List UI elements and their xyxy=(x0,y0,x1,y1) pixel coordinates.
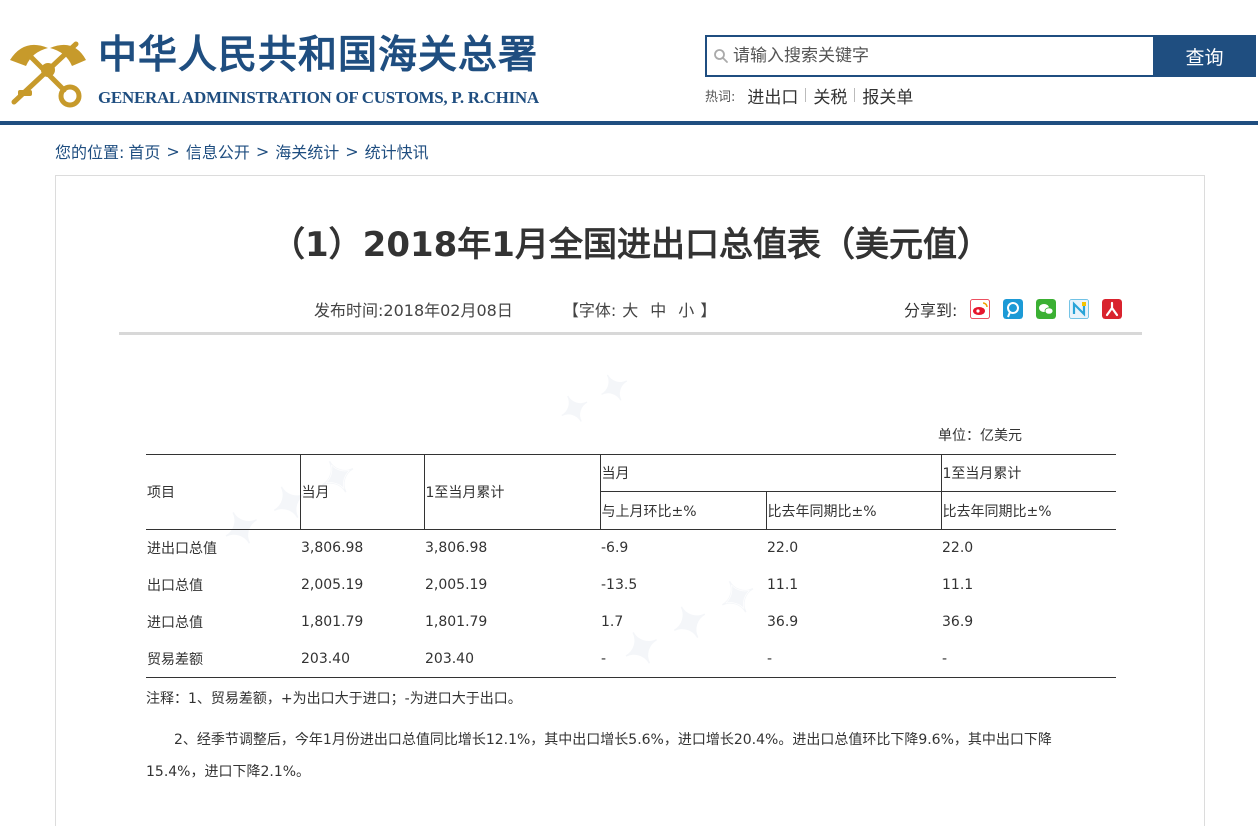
breadcrumb-prefix: 您的位置: xyxy=(55,143,125,162)
font-size-control: 【字体: 大 中 小 】 xyxy=(563,297,716,321)
font-control-close: 】 xyxy=(700,301,717,320)
breadcrumb-separator: > xyxy=(255,141,270,161)
publish-date: 2018年02月08日 xyxy=(383,301,513,320)
cell-mom: -6.9 xyxy=(601,540,629,557)
hotword-divider xyxy=(805,88,807,102)
search-box xyxy=(705,35,1155,77)
header-cumulative: 1至当月累计 xyxy=(423,454,600,530)
cell-cumulative: 1,801.79 xyxy=(425,614,488,630)
article-title: （1）2018年1月全国进出口总值表（美元值） xyxy=(271,225,991,265)
search-icon xyxy=(714,49,728,63)
table-row: 出口总值 2,005.19 2,005.19 -13.5 11.1 11.1 xyxy=(146,567,1116,604)
table-row: 贸易差额 203.40 203.40 - - - xyxy=(146,640,1116,678)
cell-yoy-month: - xyxy=(766,640,941,678)
search-button[interactable]: 查询 xyxy=(1153,35,1256,77)
cell-item: 进出口总值 xyxy=(147,541,217,558)
header-mom: 与上月环比±% xyxy=(599,491,766,530)
cell-yoy-month: 36.9 xyxy=(767,614,799,630)
site-header: 中华人民共和国海关总署 GENERAL ADMINISTRATION OF CU… xyxy=(0,0,1258,122)
cell-item: 出口总值 xyxy=(147,578,203,594)
unit-label: 单位：亿美元 xyxy=(938,428,1022,444)
customs-emblem-icon[interactable] xyxy=(4,30,92,110)
header-current-month-group: 当月 xyxy=(599,454,941,492)
meta-divider xyxy=(119,332,1142,335)
cell-cumulative: 203.40 xyxy=(424,640,600,678)
cell-yoy-cumulative: - xyxy=(941,640,1116,678)
cell-yoy-month: 22.0 xyxy=(767,540,799,557)
hotword-link[interactable]: 关税 xyxy=(813,83,847,108)
article-meta: 发布时间: 2018年02月08日 【字体: 大 中 小 】 xyxy=(314,296,716,322)
breadcrumb-customs-stats[interactable]: 海关统计 xyxy=(275,139,339,163)
cell-yoy-cumulative: 22.0 xyxy=(942,540,974,557)
cell-yoy-cumulative: 11.1 xyxy=(942,577,974,593)
header-yoy-cumulative: 比去年同期比±% xyxy=(940,491,1116,530)
hotword-divider xyxy=(854,88,856,102)
breadcrumb: 您的位置: 首页 > 信息公开 > 海关统计 > 统计快讯 xyxy=(55,139,429,163)
header-current-month: 当月 xyxy=(299,454,424,530)
font-size-small-button[interactable]: 小 xyxy=(678,297,694,321)
people-icon[interactable] xyxy=(1102,299,1123,319)
hotwords-label: 热词: xyxy=(705,89,736,105)
cell-month: 203.40 xyxy=(300,640,424,678)
table-note-2: 2、经季节调整后，今年1月份进出口总值同比增长12.1%，其中出口增长5.6%，… xyxy=(146,732,1052,780)
weibo-icon[interactable] xyxy=(970,299,991,319)
cell-yoy-cumulative: 36.9 xyxy=(942,614,974,630)
breadcrumb-home[interactable]: 首页 xyxy=(128,139,160,163)
renren-icon[interactable] xyxy=(1069,299,1090,319)
trade-stats-table: 项目 当月 1至当月累计 当月 1至当月累计 与上月环比±% 比去年同期比±% … xyxy=(146,454,1116,678)
cell-month: 1,801.79 xyxy=(301,614,364,630)
table-row: 进口总值 1,801.79 1,801.79 1.7 36.9 36.9 xyxy=(146,604,1116,641)
wechat-icon[interactable] xyxy=(1036,299,1057,319)
tencent-weibo-icon[interactable] xyxy=(1003,299,1024,319)
header-divider xyxy=(0,121,1258,125)
cell-mom: -13.5 xyxy=(601,577,638,593)
header-cumulative-group: 1至当月累计 xyxy=(940,454,1116,492)
cell-item: 贸易差额 xyxy=(146,640,300,678)
font-control-open: 【字体: xyxy=(562,301,617,320)
hotwords-bar: 热词: 进出口 关税 报关单 xyxy=(705,83,913,108)
breadcrumb-separator: > xyxy=(166,141,180,161)
publish-label: 发布时间: xyxy=(314,301,384,320)
cell-cumulative: 3,806.98 xyxy=(425,540,488,557)
share-bar: 分享到: xyxy=(904,296,1123,322)
font-size-medium-button[interactable]: 中 xyxy=(650,297,666,321)
breadcrumb-info-public[interactable]: 信息公开 xyxy=(186,139,250,163)
font-size-large-button[interactable]: 大 xyxy=(622,297,638,321)
header-yoy-month: 比去年同期比±% xyxy=(765,491,941,530)
cell-month: 2,005.19 xyxy=(301,577,364,593)
cell-yoy-month: 11.1 xyxy=(767,577,799,593)
hotword-link[interactable]: 进出口 xyxy=(747,83,798,108)
site-name-cn[interactable]: 中华人民共和国海关总署 xyxy=(98,30,538,80)
header-item: 项目 xyxy=(146,454,300,530)
cell-item: 进口总值 xyxy=(147,615,203,631)
site-name-en[interactable]: GENERAL ADMINISTRATION OF CUSTOMS, P. R.… xyxy=(98,88,539,108)
cell-mom: 1.7 xyxy=(601,614,624,630)
article-panel: ✦ ✦ ✦ ✦ ✦ ✦ ✦ ✦ （1）2018年1月全国进出口总值表（美元值） … xyxy=(55,175,1205,826)
breadcrumb-separator: > xyxy=(345,141,359,161)
breadcrumb-stats-news[interactable]: 统计快讯 xyxy=(365,139,429,163)
table-row: 进出口总值 3,806.98 3,806.98 -6.9 22.0 22.0 xyxy=(146,530,1116,567)
cell-month: 3,806.98 xyxy=(301,540,364,557)
share-label: 分享到: xyxy=(904,301,958,320)
cell-cumulative: 2,005.19 xyxy=(425,577,488,593)
watermark-image: ✦ ✦ xyxy=(549,360,639,437)
hotword-link[interactable]: 报关单 xyxy=(862,83,913,108)
table-note-1: 注释：1、贸易差额，+为出口大于进口；-为进口大于出口。 xyxy=(146,691,522,707)
cell-mom: - xyxy=(600,640,766,678)
search-input[interactable] xyxy=(733,37,1153,75)
